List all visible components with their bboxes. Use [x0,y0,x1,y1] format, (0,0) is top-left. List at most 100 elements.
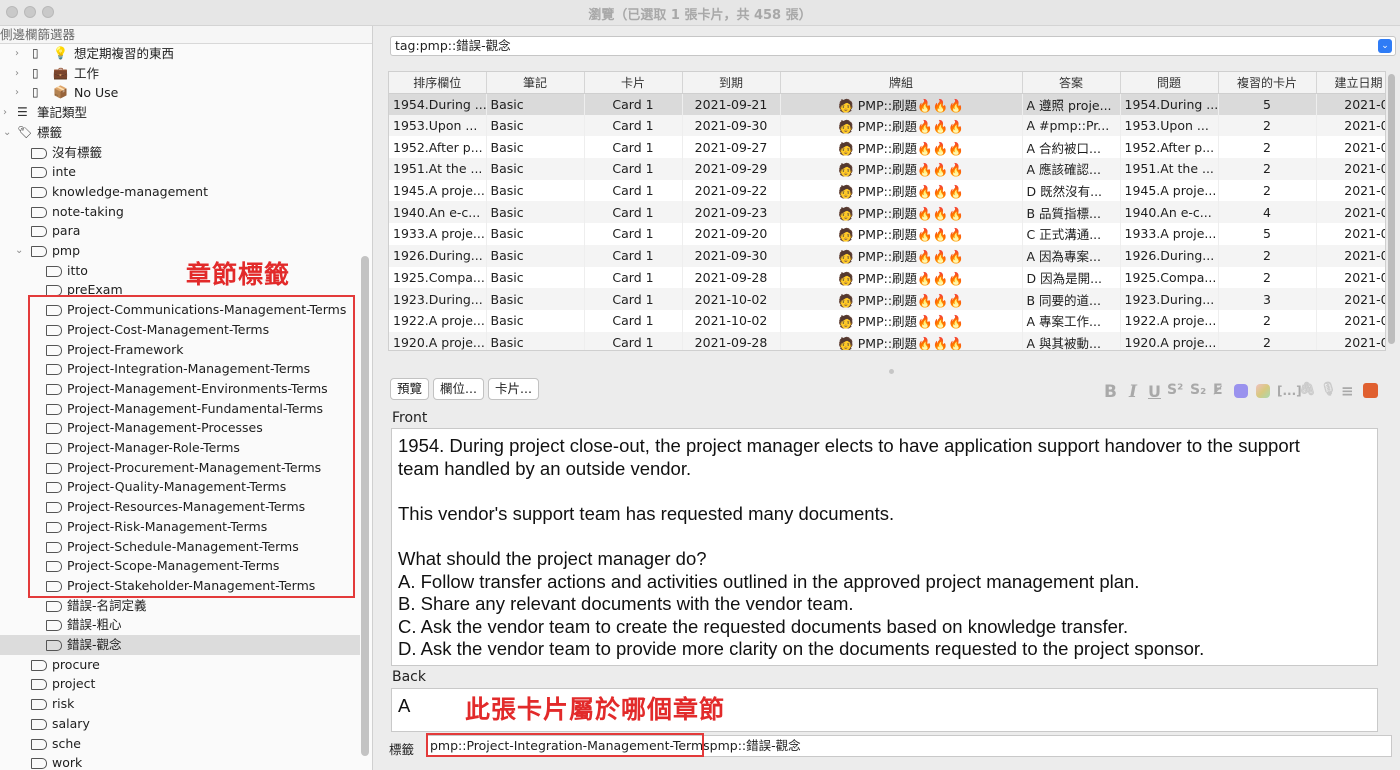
chevron-down-icon[interactable]: ⌄ [15,241,25,261]
sidebar-item[interactable]: risk [0,694,360,714]
table-cell: 2021-09-29 [682,158,781,180]
table-row[interactable]: 1925.Compa... Basic Card 1 2021-09-28 🧑 PMP:… [389,266,1385,289]
sidebar-item-label: 錯誤-名詞定義 [67,597,147,613]
table-cell: 🧑 PMP::刷題🔥🔥🔥 [780,179,1023,202]
sidebar-item[interactable]: ⌄ pmp [0,241,360,261]
table-row[interactable]: 1954.During ... Basic Card 1 2021-09-21 🧑 PM… [389,93,1385,115]
sidebar-item[interactable]: para [0,221,360,241]
column-header[interactable]: 建立日期 [1316,72,1385,94]
sidebar-item[interactable]: project [0,674,360,694]
sidebar-item[interactable]: › ☰ 筆記類型 [0,103,360,123]
superscript-icon[interactable]: S² [1167,382,1183,398]
sidebar-item[interactable]: note-taking [0,202,360,222]
record-icon[interactable]: 🎙 [1320,382,1337,397]
table-row[interactable]: 1951.At the ... Basic Card 1 2021-09-29 🧑 PM… [389,158,1385,180]
sidebar-item[interactable]: › ▯ 📦 No Use [0,83,360,103]
sidebar-item[interactable]: 錯誤-觀念 [0,635,360,655]
table-row[interactable]: 1920.A proje... Basic Card 1 2021-09-28 🧑 PM… [389,331,1385,350]
table-row[interactable]: 1940.An e-c... Basic Card 1 2021-09-23 🧑 PMP… [389,201,1385,224]
chevron-right-icon[interactable]: › [3,103,13,123]
table-cell: Basic [486,331,585,350]
preview-button[interactable]: 預覽 [390,378,429,400]
tag-chip[interactable]: pmp::錯誤-觀念 [710,738,801,753]
subscript-icon[interactable]: S₂ [1190,382,1206,398]
sidebar-item-label: 錯誤-粗心 [67,617,122,633]
table-cell: 🧑 PMP::刷題🔥🔥🔥 [780,309,1023,332]
tag-icon [31,147,47,159]
sidebar-item[interactable]: inte [0,162,360,182]
front-text-line: This vendor's support team has requested… [398,502,895,524]
column-header[interactable]: 問題 [1120,72,1219,94]
chevron-right-icon[interactable]: › [15,83,25,103]
italic-icon[interactable]: I [1129,382,1137,402]
table-cell: 2021-09-23 [682,201,781,224]
sidebar-item[interactable]: 沒有標籤 [0,143,360,163]
tag-icon [46,265,62,277]
sidebar-item-label: sche [52,735,81,751]
column-header[interactable]: 牌組 [780,72,1023,94]
table-cell: 2021-09 [1316,223,1385,245]
sidebar-item[interactable]: procure [0,655,360,675]
table-cell: 2 [1218,136,1317,159]
sidebar-item[interactable]: knowledge-management [0,182,360,202]
table-cell: 2 [1218,266,1317,289]
sidebar-item[interactable]: 錯誤-粗心 [0,615,360,635]
table-row[interactable]: 1923.During... Basic Card 1 2021-10-02 🧑 PMP… [389,288,1385,310]
chevron-right-icon[interactable]: › [15,64,25,84]
column-header[interactable]: 到期 [682,72,781,94]
table-row[interactable]: 1922.A proje... Basic Card 1 2021-10-02 🧑 PM… [389,309,1385,332]
sidebar-scrollbar[interactable] [361,256,369,756]
sidebar-item[interactable]: work [0,753,360,770]
cloze-icon[interactable]: [...] [1277,384,1302,398]
front-field-editor[interactable]: 1954. During project close-out, the proj… [391,428,1378,666]
table-row[interactable]: 1945.A proje... Basic Card 1 2021-09-22 🧑 PM… [389,179,1385,202]
cards-button[interactable]: 卡片... [488,378,539,400]
table-cell: 2021-09 [1316,244,1385,267]
table-cell: 1923.During... [389,288,487,310]
attach-icon[interactable]: 🖇 [1299,382,1316,397]
column-header[interactable]: 卡片 [584,72,683,94]
sidebar-item[interactable]: ⌄ 🏷 標籤 [0,123,360,143]
sidebar-item[interactable]: › ▯ 💼 工作 [0,64,360,84]
search-input[interactable]: tag:pmp::錯誤-觀念 ⌄ [390,36,1396,56]
table-row[interactable]: 1926.During... Basic Card 1 2021-09-30 🧑 PMP… [389,244,1385,267]
splitter-handle[interactable] [889,369,894,374]
clear-format-icon[interactable]: E̷ [1213,382,1223,398]
table-cell: 1926.During... [1120,244,1219,267]
deck-emoji-icon: 💼 [53,65,68,80]
sidebar-item[interactable]: sche [0,734,360,754]
fields-button[interactable]: 欄位... [433,378,484,400]
sidebar-item[interactable]: › ▯ 💡 想定期複習的東西 [0,44,360,64]
highlight-icon[interactable] [1256,384,1270,398]
tags-label: 標籤 [389,742,415,757]
bold-icon[interactable]: B [1104,382,1117,402]
table-row[interactable]: 1933.A proje... Basic Card 1 2021-09-20 🧑 PM… [389,223,1385,245]
table-cell: 2021-09-22 [682,179,781,202]
sidebar-item[interactable]: salary [0,714,360,734]
front-text-line: 1954. During project close-out, the proj… [398,435,1300,456]
table-scrollbar[interactable] [1388,74,1395,344]
sidebar-item-label: No Use [74,85,119,101]
sidebar-item[interactable]: itto [0,261,360,281]
underline-icon[interactable]: U [1148,382,1161,401]
search-history-dropdown[interactable]: ⌄ [1378,39,1392,53]
table-cell: 2021-09-28 [682,266,781,289]
table-row[interactable]: 1953.Upon ... Basic Card 1 2021-09-30 🧑 PMP:… [389,114,1385,137]
column-header[interactable]: 排序欄位 [389,72,487,94]
chevron-right-icon[interactable]: › [15,44,25,64]
column-header[interactable]: 答案 [1022,72,1121,94]
back-field-label: Back [392,669,426,685]
table-cell: 3 [1218,288,1317,310]
more-icon[interactable]: ≡ [1341,382,1354,400]
sidebar-item-label: salary [52,715,90,731]
column-header[interactable]: 筆記 [486,72,585,94]
table-row[interactable]: 1952.After p... Basic Card 1 2021-09-27 🧑 PM… [389,136,1385,159]
chevron-down-icon[interactable]: ⌄ [3,123,13,143]
table-cell: 1922.A proje... [1120,309,1219,332]
text-color-icon[interactable] [1234,384,1248,398]
column-header[interactable]: 複習的卡片 [1218,72,1317,94]
sidebar-item[interactable]: 錯誤-名詞定義 [0,596,360,616]
table-cell: Basic [486,114,585,137]
table-cell: 2021-09 [1316,93,1385,115]
extra-icon[interactable] [1363,383,1378,398]
